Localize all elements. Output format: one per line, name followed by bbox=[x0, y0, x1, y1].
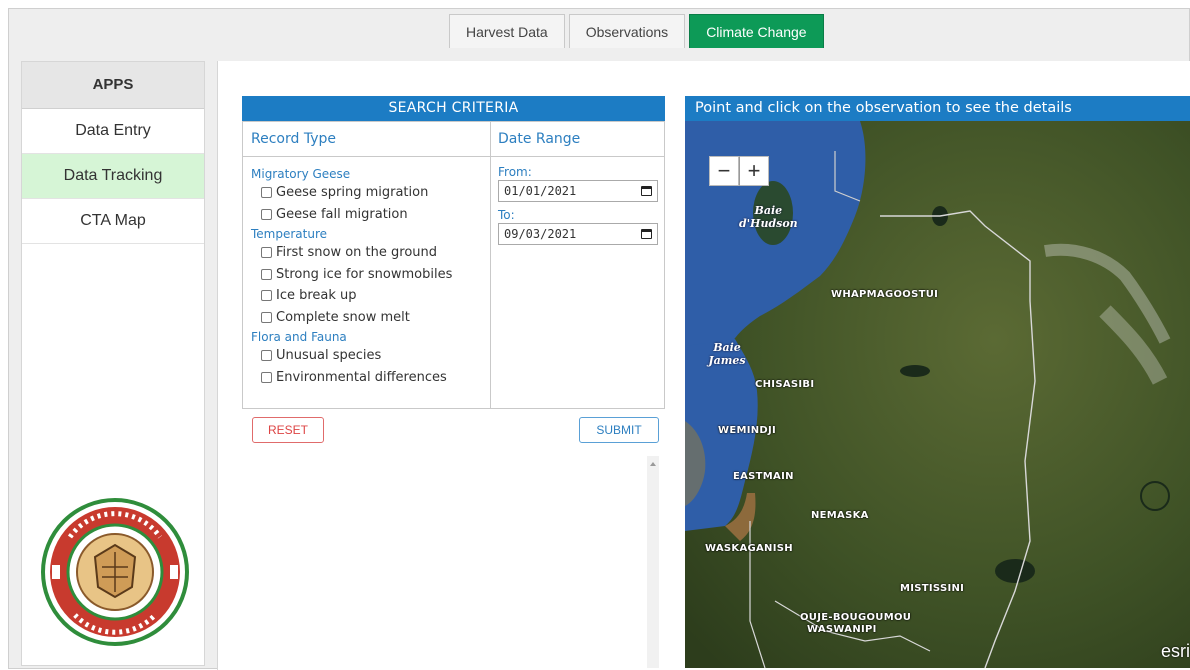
sidebar-item-data-entry[interactable]: Data Entry bbox=[22, 109, 204, 154]
group-label-flora-fauna: Flora and Fauna bbox=[251, 330, 347, 344]
checkbox[interactable] bbox=[261, 350, 272, 362]
record-type-title: Record Type bbox=[243, 122, 490, 157]
option-label: Ice break up bbox=[276, 288, 357, 304]
checkbox[interactable] bbox=[261, 311, 272, 323]
record-type-list: Migratory Geese Geese spring migration G… bbox=[243, 157, 490, 388]
option-label: Geese spring migration bbox=[276, 185, 429, 201]
from-date-input[interactable]: 01/01/2021 bbox=[498, 180, 658, 202]
date-range-column: Date Range From: 01/01/2021 To: 09/03/20… bbox=[490, 122, 665, 408]
checkbox[interactable] bbox=[261, 187, 272, 199]
top-tabs: Harvest Data Observations Climate Change bbox=[449, 14, 828, 48]
date-range-title: Date Range bbox=[490, 122, 665, 157]
option-environmental-differences[interactable]: Environmental differences bbox=[243, 367, 490, 389]
tab-observations[interactable]: Observations bbox=[568, 14, 686, 48]
search-criteria-box: Record Type Migratory Geese Geese spring… bbox=[242, 121, 665, 409]
option-label: Environmental differences bbox=[276, 369, 447, 385]
checkbox[interactable] bbox=[261, 247, 272, 259]
esri-attribution[interactable]: esri bbox=[1161, 641, 1190, 662]
option-unusual-species[interactable]: Unusual species bbox=[243, 345, 490, 367]
map-label-baie-james: Baie James bbox=[708, 341, 746, 367]
option-label: Strong ice for snowmobiles bbox=[276, 266, 453, 282]
option-label: Complete snow melt bbox=[276, 309, 410, 325]
checkbox[interactable] bbox=[261, 208, 272, 220]
from-label: From: bbox=[498, 165, 532, 179]
group-label-temperature: Temperature bbox=[251, 227, 328, 241]
submit-button[interactable]: SUBMIT bbox=[579, 417, 659, 443]
main-panel: SEARCH CRITERIA Record Type Migratory Ge… bbox=[217, 61, 1190, 670]
map-label-nemaska: NEMASKA bbox=[811, 510, 869, 521]
option-ice-break-up[interactable]: Ice break up bbox=[243, 285, 490, 307]
map-label-baie-dhudson: Baie d'Hudson bbox=[739, 204, 798, 230]
map-label-eastmain: EASTMAIN bbox=[733, 471, 794, 482]
zoom-out-button[interactable]: − bbox=[709, 156, 739, 186]
results-panel bbox=[242, 456, 665, 668]
zoom-in-button[interactable]: + bbox=[739, 156, 769, 186]
map-label-ouje-bougoumou: OUJE-BOUGOUMOU bbox=[800, 612, 912, 623]
search-criteria-header: SEARCH CRITERIA bbox=[242, 96, 665, 121]
to-date-input[interactable]: 09/03/2021 bbox=[498, 223, 658, 245]
apps-sidebar: APPS Data Entry Data Tracking CTA Map bbox=[21, 61, 205, 666]
map-label-chisasibi: CHISASIBI bbox=[755, 379, 815, 390]
search-criteria-panel: SEARCH CRITERIA Record Type Migratory Ge… bbox=[242, 96, 665, 668]
map-header: Point and click on the observation to se… bbox=[685, 96, 1190, 121]
tab-climate-change[interactable]: Climate Change bbox=[689, 14, 824, 48]
map-panel: Point and click on the observation to se… bbox=[685, 96, 1190, 668]
sidebar-item-data-tracking[interactable]: Data Tracking bbox=[22, 154, 204, 199]
calendar-icon[interactable] bbox=[641, 186, 652, 196]
record-type-column: Record Type Migratory Geese Geese spring… bbox=[243, 122, 491, 408]
sidebar-item-cta-map[interactable]: CTA Map bbox=[22, 199, 204, 244]
map-label-wemindji: WEMINDJI bbox=[718, 425, 777, 436]
map-label-waskaganish: WASKAGANISH bbox=[705, 543, 793, 554]
option-geese-spring-migration[interactable]: Geese spring migration bbox=[243, 182, 490, 204]
map-label-whapmagoostui: WHAPMAGOOSTUI bbox=[831, 289, 939, 300]
checkbox[interactable] bbox=[261, 290, 272, 302]
tab-harvest-data[interactable]: Harvest Data bbox=[449, 14, 565, 48]
to-date-value: 09/03/2021 bbox=[504, 227, 577, 241]
zoom-controls: − + bbox=[709, 156, 769, 186]
checkbox[interactable] bbox=[261, 371, 272, 383]
option-first-snow[interactable]: First snow on the ground bbox=[243, 242, 490, 264]
option-complete-snow-melt[interactable]: Complete snow melt bbox=[243, 307, 490, 329]
from-date-value: 01/01/2021 bbox=[504, 184, 577, 198]
cree-trappers-association-logo-icon bbox=[41, 498, 189, 646]
map-label-mistissini: MISTISSINI bbox=[900, 583, 965, 594]
results-scrollbar[interactable] bbox=[647, 456, 659, 668]
scroll-up-icon[interactable] bbox=[650, 462, 656, 466]
option-label: Geese fall migration bbox=[276, 206, 408, 222]
sidebar-header: APPS bbox=[22, 62, 204, 109]
calendar-icon[interactable] bbox=[641, 229, 652, 239]
option-strong-ice[interactable]: Strong ice for snowmobiles bbox=[243, 264, 490, 286]
option-label: First snow on the ground bbox=[276, 245, 438, 261]
app-frame: Harvest Data Observations Climate Change… bbox=[8, 8, 1190, 670]
group-label-migratory-geese: Migratory Geese bbox=[251, 167, 351, 181]
to-label: To: bbox=[498, 208, 515, 222]
option-label: Unusual species bbox=[276, 348, 382, 364]
checkbox[interactable] bbox=[261, 268, 272, 280]
reset-button[interactable]: RESET bbox=[252, 417, 324, 443]
map-label-waswanipi: WASWANIPI bbox=[807, 624, 877, 635]
option-geese-fall-migration[interactable]: Geese fall migration bbox=[243, 204, 490, 226]
